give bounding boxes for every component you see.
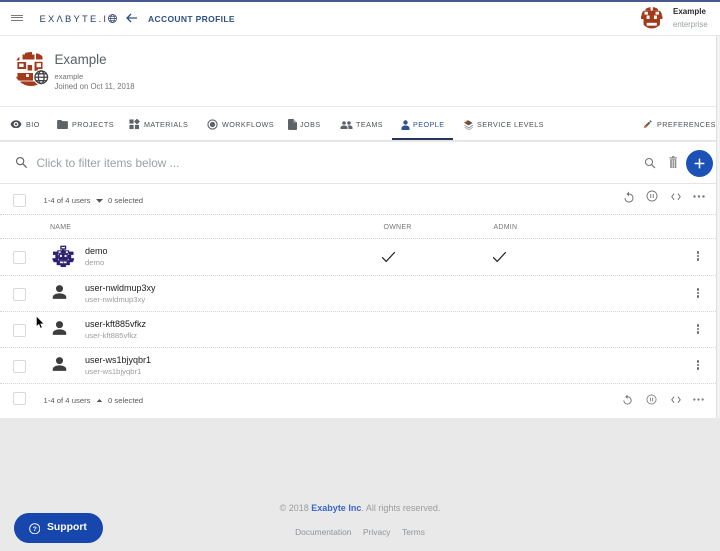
svg-text:?: ? [32,526,36,533]
